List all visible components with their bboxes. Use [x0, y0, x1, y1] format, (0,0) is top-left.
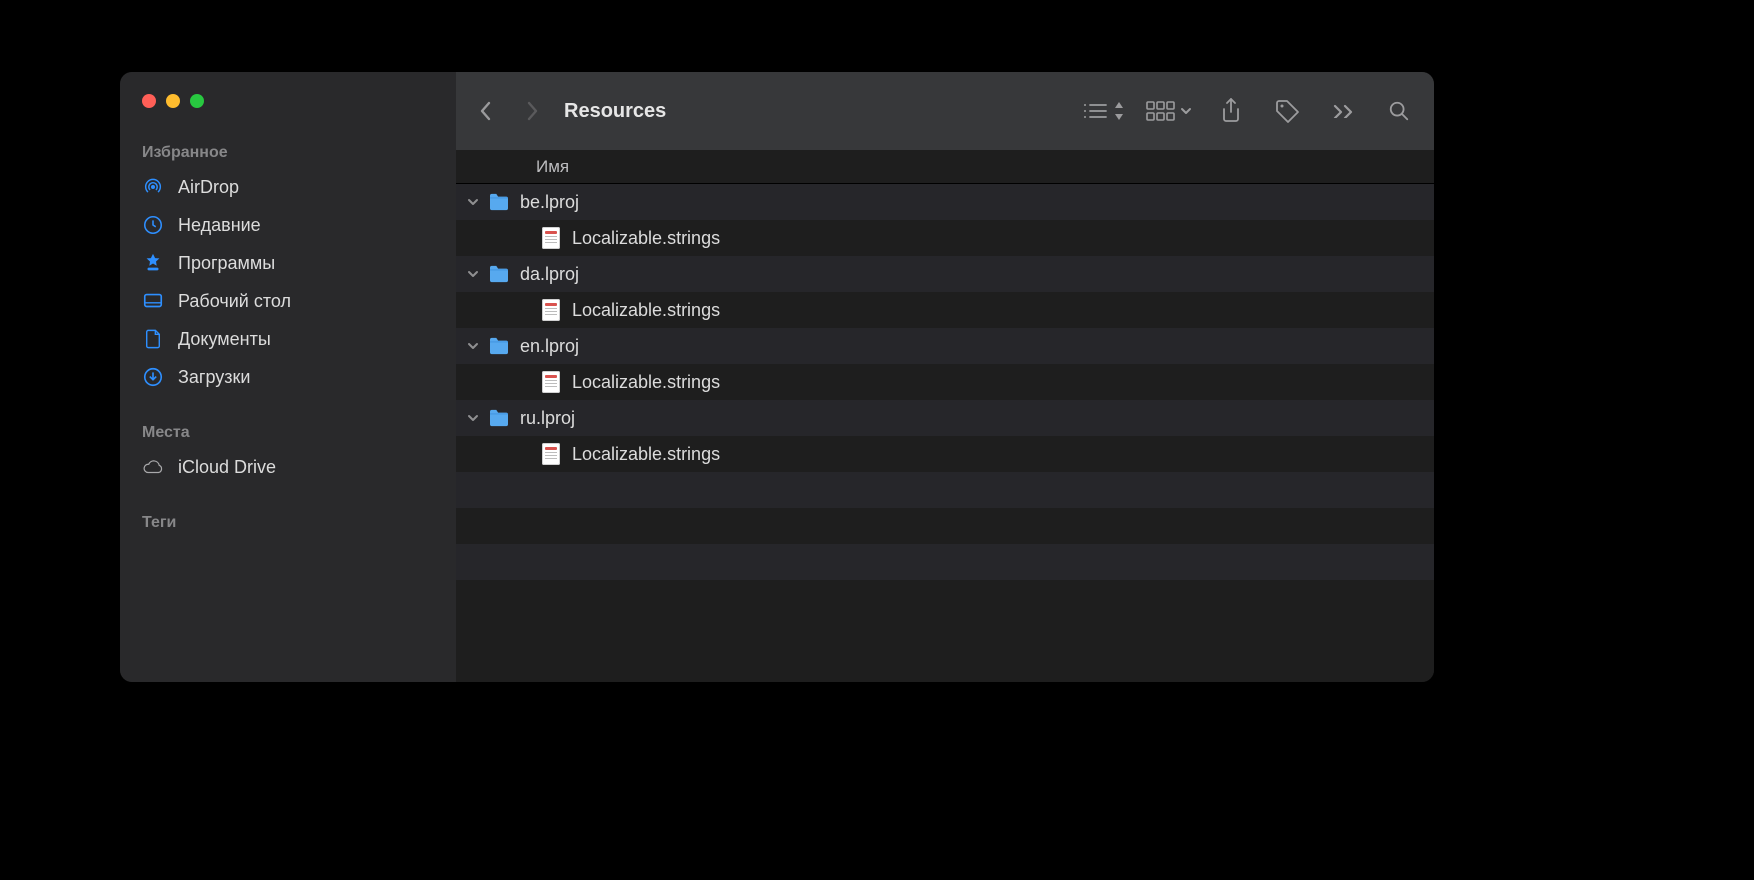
item-name: Localizable.strings — [572, 228, 720, 249]
sidebar-section-favorites: Избранное — [120, 136, 456, 168]
strings-file-icon — [542, 443, 560, 465]
back-button[interactable] — [466, 91, 506, 131]
folder-row[interactable]: be.lproj — [456, 184, 1434, 220]
sidebar-item-downloads[interactable]: Загрузки — [120, 358, 456, 396]
maximize-window-button[interactable] — [190, 94, 204, 108]
item-name: en.lproj — [520, 336, 579, 357]
download-icon — [142, 366, 164, 388]
item-name: Localizable.strings — [572, 444, 720, 465]
file-list[interactable]: be.lproj Localizable.strings da.lproj Local… — [456, 184, 1434, 682]
sidebar-item-airdrop[interactable]: AirDrop — [120, 168, 456, 206]
view-mode-button[interactable] — [1082, 91, 1124, 131]
sidebar-item-label: iCloud Drive — [178, 457, 276, 478]
column-header-name: Имя — [536, 157, 569, 177]
sidebar-item-desktop[interactable]: Рабочий стол — [120, 282, 456, 320]
toolbar: Resources — [456, 72, 1434, 150]
sidebar-item-label: Рабочий стол — [178, 291, 291, 312]
sidebar-item-label: Загрузки — [178, 367, 250, 388]
desktop-icon — [142, 290, 164, 312]
strings-file-icon — [542, 227, 560, 249]
search-button[interactable] — [1382, 91, 1416, 131]
sidebar-section-tags: Теги — [120, 506, 456, 538]
document-icon — [142, 328, 164, 350]
empty-row — [456, 580, 1434, 616]
item-name: da.lproj — [520, 264, 579, 285]
toolbar-actions — [1082, 91, 1416, 131]
applications-icon — [142, 252, 164, 274]
item-name: Localizable.strings — [572, 300, 720, 321]
folder-row[interactable]: en.lproj — [456, 328, 1434, 364]
cloud-icon — [142, 456, 164, 478]
empty-row — [456, 472, 1434, 508]
file-row[interactable]: Localizable.strings — [456, 436, 1434, 472]
minimize-window-button[interactable] — [166, 94, 180, 108]
disclosure-triangle-icon[interactable] — [462, 268, 484, 280]
file-row[interactable]: Localizable.strings — [456, 364, 1434, 400]
sidebar: Избранное AirDrop Недавние Программы Раб… — [120, 72, 456, 682]
item-name: ru.lproj — [520, 408, 575, 429]
strings-file-icon — [542, 371, 560, 393]
group-by-button[interactable] — [1146, 91, 1192, 131]
disclosure-triangle-icon[interactable] — [462, 196, 484, 208]
sidebar-item-label: Документы — [178, 329, 271, 350]
file-row[interactable]: Localizable.strings — [456, 292, 1434, 328]
disclosure-triangle-icon[interactable] — [462, 340, 484, 352]
folder-row[interactable]: da.lproj — [456, 256, 1434, 292]
more-button[interactable] — [1326, 91, 1360, 131]
clock-icon — [142, 214, 164, 236]
file-row[interactable]: Localizable.strings — [456, 220, 1434, 256]
finder-window: Избранное AirDrop Недавние Программы Раб… — [120, 72, 1434, 682]
item-name: be.lproj — [520, 192, 579, 213]
empty-row — [456, 508, 1434, 544]
sidebar-item-icloud[interactable]: iCloud Drive — [120, 448, 456, 486]
forward-button[interactable] — [512, 91, 552, 131]
sidebar-item-label: Программы — [178, 253, 275, 274]
sidebar-item-applications[interactable]: Программы — [120, 244, 456, 282]
disclosure-triangle-icon[interactable] — [462, 412, 484, 424]
airdrop-icon — [142, 176, 164, 198]
strings-file-icon — [542, 299, 560, 321]
window-title: Resources — [564, 100, 666, 123]
sidebar-item-label: Недавние — [178, 215, 261, 236]
empty-row — [456, 544, 1434, 580]
sidebar-item-recents[interactable]: Недавние — [120, 206, 456, 244]
column-header-row[interactable]: Имя — [456, 150, 1434, 184]
folder-row[interactable]: ru.lproj — [456, 400, 1434, 436]
share-button[interactable] — [1214, 91, 1248, 131]
item-name: Localizable.strings — [572, 372, 720, 393]
window-controls — [120, 90, 456, 136]
close-window-button[interactable] — [142, 94, 156, 108]
sidebar-item-documents[interactable]: Документы — [120, 320, 456, 358]
sidebar-section-locations: Места — [120, 416, 456, 448]
main-pane: Resources — [456, 72, 1434, 682]
tags-button[interactable] — [1270, 91, 1304, 131]
sidebar-item-label: AirDrop — [178, 177, 239, 198]
